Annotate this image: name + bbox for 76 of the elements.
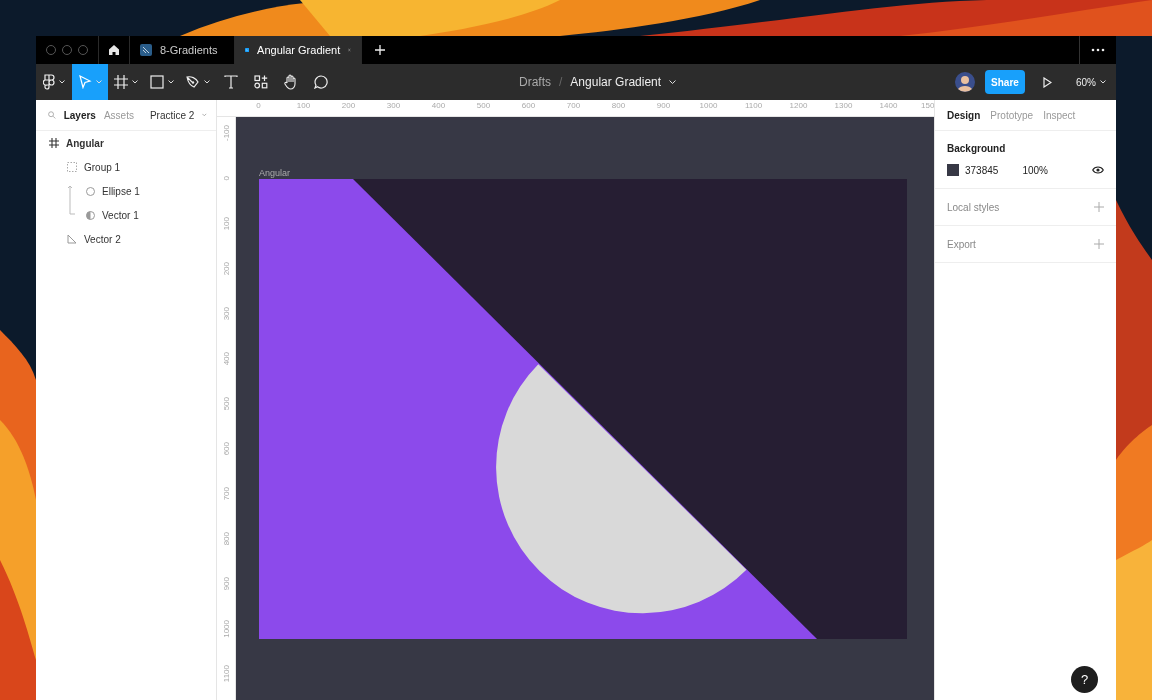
frame-label[interactable]: Angular <box>259 168 934 179</box>
shapes-icon <box>254 75 268 89</box>
section-title: Local styles <box>947 201 1000 213</box>
file-icon <box>140 44 152 56</box>
ruler-label: 600 <box>520 100 537 112</box>
pointer-icon <box>78 75 92 89</box>
play-icon[interactable] <box>1043 76 1052 88</box>
hash-icon <box>114 75 128 89</box>
square-icon <box>150 75 164 89</box>
layer-row[interactable]: Vector 1 <box>36 203 216 227</box>
more-icon[interactable] <box>1091 48 1105 52</box>
ruler-label: 1000 <box>221 619 231 638</box>
ruler-label: 500 <box>221 396 231 411</box>
eye-icon[interactable] <box>1092 166 1104 174</box>
section-title: Background <box>947 143 1007 154</box>
opacity-value[interactable]: 100% <box>1022 164 1048 176</box>
ruler-label: 1100 <box>221 664 231 683</box>
layer-row[interactable]: Angular <box>36 131 216 155</box>
circle-icon <box>85 186 95 196</box>
avatar[interactable] <box>955 72 975 92</box>
pen-icon <box>186 75 200 89</box>
color-swatch[interactable] <box>947 164 959 176</box>
ruler-label: 1400 <box>878 100 899 112</box>
ruler-label: 300 <box>221 306 231 321</box>
ruler-label: 1300 <box>833 100 854 112</box>
layer-row[interactable]: Vector 2 <box>36 227 216 251</box>
layer-row[interactable]: Group 1 <box>36 155 216 179</box>
ruler-label: 1200 <box>788 100 809 112</box>
frame-icon <box>49 138 59 148</box>
zoom-menu[interactable]: 60% <box>1076 76 1096 88</box>
color-hex-value[interactable]: 373845 <box>965 164 999 176</box>
breadcrumb-folder-link[interactable]: Drafts <box>519 75 551 89</box>
logo <box>43 74 55 90</box>
home-icon[interactable] <box>108 44 120 56</box>
layer-row[interactable]: Ellipse 1 <box>36 179 216 203</box>
caret-icon <box>96 80 102 84</box>
page-selector[interactable]: Practice 2 <box>149 109 195 121</box>
ruler-label: 900 <box>655 100 672 112</box>
file-tab[interactable]: Angular Gradient <box>235 36 362 64</box>
ruler-label: 700 <box>565 100 582 112</box>
ruler-label: 0 <box>221 176 231 181</box>
breadcrumb-separator: / <box>559 75 563 89</box>
ruler-label: 600 <box>221 441 231 456</box>
panel-tab[interactable]: Design <box>947 109 981 121</box>
mask-bracket-icon <box>68 185 76 215</box>
panel-tab[interactable]: Layers <box>63 109 96 121</box>
ruler-label: 200 <box>340 100 357 112</box>
caret-icon <box>204 80 210 84</box>
speech-bubble-icon <box>314 75 328 89</box>
caret-icon <box>132 80 138 84</box>
ruler-label: 800 <box>610 100 627 112</box>
half-circle-icon <box>85 210 95 220</box>
new-tab-icon[interactable] <box>375 45 385 55</box>
triangle-icon <box>67 234 77 244</box>
ruler-label: 500 <box>475 100 492 112</box>
ruler-label: 1100 <box>743 100 764 112</box>
section-title: Export <box>947 238 976 250</box>
ruler-label: 300 <box>385 100 402 112</box>
ruler-label: 100 <box>295 100 312 112</box>
hand-icon <box>284 74 298 90</box>
group-icon <box>67 162 77 172</box>
frame-artwork-drawing[interactable] <box>259 179 907 639</box>
caret-icon <box>59 80 65 84</box>
ruler-label: 800 <box>221 531 231 546</box>
ruler-label: 100 <box>221 216 231 231</box>
ruler-label: 200 <box>221 261 231 276</box>
file-name-menu[interactable]: Angular Gradient <box>570 75 662 89</box>
ruler-label: 150 <box>920 100 934 112</box>
ruler-label: 1000 <box>698 100 719 112</box>
ruler-label: 400 <box>221 351 231 366</box>
text-icon <box>224 75 238 89</box>
ruler-label: -100 <box>221 125 231 142</box>
caret-icon <box>168 80 174 84</box>
ruler-label: 900 <box>221 576 231 591</box>
ruler-label: 400 <box>430 100 447 112</box>
ruler-label: 700 <box>221 486 231 501</box>
